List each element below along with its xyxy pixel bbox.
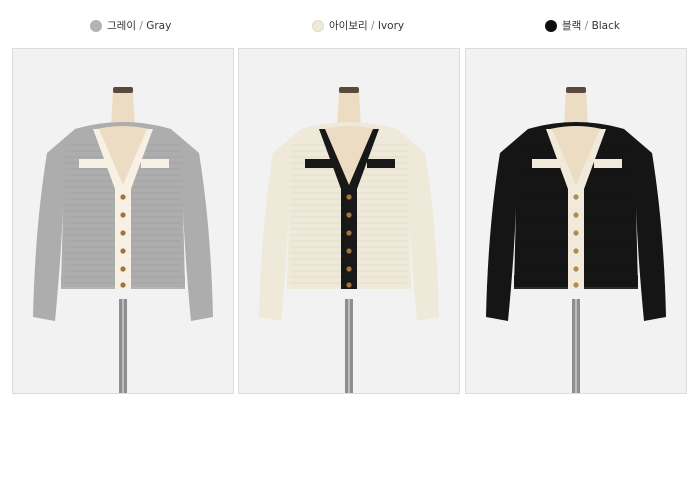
mannequin-neck	[337, 88, 361, 127]
button	[346, 212, 352, 218]
product-photo-ivory	[238, 48, 460, 394]
color-label: 블랙 / Black	[562, 20, 620, 32]
color-option-ivory: 아이보리 / Ivory	[312, 18, 404, 33]
pocket-flap-left	[305, 159, 333, 168]
button	[573, 194, 579, 200]
black-swatch-dot	[545, 19, 557, 32]
mannequin-neck	[111, 88, 135, 127]
button	[573, 248, 579, 254]
button	[346, 266, 352, 272]
mannequin-neck	[564, 88, 588, 127]
button	[346, 230, 352, 236]
color-option-gray: 그레이 / Gray	[90, 18, 171, 33]
button	[346, 282, 352, 288]
color-label: 아이보리 / Ivory	[329, 20, 405, 32]
button	[120, 266, 126, 272]
pocket-flap-right	[367, 159, 395, 168]
button	[346, 194, 352, 200]
pocket-flap-left	[532, 159, 560, 168]
button	[573, 282, 579, 288]
button	[120, 248, 126, 254]
pocket-flap-right	[141, 159, 169, 168]
button	[120, 212, 126, 218]
color-label: 그레이 / Gray	[107, 20, 172, 32]
product-photo-gray	[12, 48, 234, 394]
button	[573, 230, 579, 236]
button	[346, 248, 352, 254]
pocket-flap-right	[594, 159, 622, 168]
product-photo-black	[465, 48, 687, 394]
gray-swatch-dot	[90, 19, 102, 32]
button	[120, 194, 126, 200]
button	[573, 212, 579, 218]
button	[120, 230, 126, 236]
cardigan-illustration	[33, 87, 213, 393]
pocket-flap-left	[79, 159, 107, 168]
color-options: 그레이 / Gray 아이보리 / Ivory 블랙 / Black	[0, 18, 700, 38]
ivory-swatch-dot	[312, 19, 324, 32]
button	[120, 282, 126, 288]
color-option-black: 블랙 / Black	[545, 18, 620, 33]
cardigan-illustration	[486, 87, 666, 393]
button	[573, 266, 579, 272]
cardigan-illustration	[259, 87, 439, 393]
